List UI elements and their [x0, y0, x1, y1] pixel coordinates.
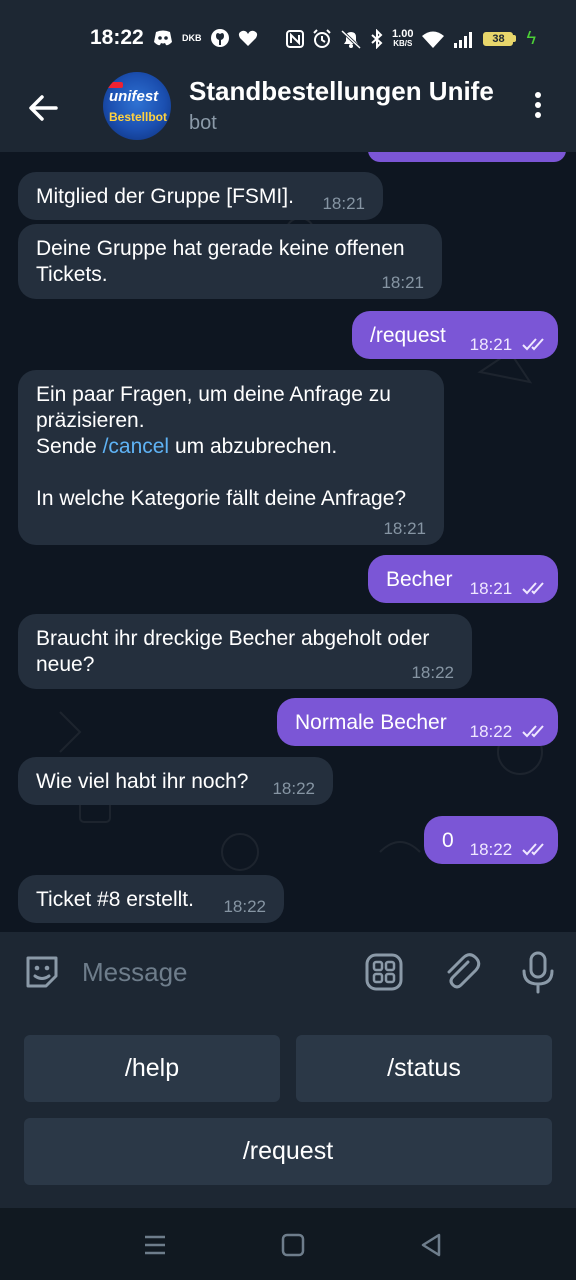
status-bar: 18:22 DKB 1.00 KB/S 38 ϟ [0, 0, 576, 70]
message-line: In welche Kategorie fällt deine Anfrage? [36, 487, 407, 510]
message-time: 18:21 [383, 519, 426, 538]
message-out[interactable]: Normale Becher 18:22 [277, 698, 558, 746]
message-text: Ein paar Fragen, um deine Anfrage zu prä… [36, 382, 426, 512]
message-in[interactable]: Wie viel habt ihr noch? 18:22 [18, 757, 333, 805]
github-icon [210, 29, 229, 47]
message-text: Becher [386, 568, 453, 591]
read-checkmarks-icon [522, 338, 544, 351]
message-fragment: um abzubrechen. [169, 435, 338, 458]
wifi-icon [422, 31, 445, 48]
composer-bar [0, 932, 576, 1010]
message-time: 18:21 [381, 273, 424, 292]
message-in[interactable]: Ein paar Fragen, um deine Anfrage zu prä… [18, 370, 444, 545]
battery-level: 38 [492, 32, 505, 45]
message-out[interactable]: 0 18:22 [424, 816, 558, 864]
dkb-icon: DKB [182, 32, 202, 43]
message-time: 18:22 [223, 897, 266, 916]
message-line: Ein paar Fragen, um deine Anfrage zu [36, 383, 391, 406]
message-time: 18:21 [322, 194, 365, 213]
status-command-button[interactable]: /status [296, 1035, 552, 1102]
message-line: Sende /cancel um abzubrechen. [36, 434, 426, 460]
chat-subtitle: bot [189, 112, 217, 134]
message-out[interactable]: /request 18:21 [352, 311, 558, 359]
network-speed-unit: KB/S [393, 38, 413, 48]
message-time: 18:22 [411, 663, 454, 682]
previous-message-tail [368, 152, 566, 162]
message-time: 18:22 [469, 722, 513, 741]
microphone-icon[interactable] [518, 950, 558, 994]
message-text: Ticket #8 erstellt. [36, 888, 194, 911]
message-text: Deine Gruppe hat gerade keine offenen Ti… [36, 237, 411, 286]
read-checkmarks-icon [522, 843, 544, 856]
message-time: 18:22 [272, 779, 315, 798]
chat-header: unifest Bestellbot Standbestellungen Uni… [0, 70, 576, 152]
message-text: /request [370, 324, 446, 347]
battery-icon: 38 [483, 31, 514, 46]
message-text: Wie viel habt ihr noch? [36, 770, 249, 793]
message-text: Normale Becher [295, 711, 447, 734]
message-text: 0 [442, 829, 454, 852]
avatar-label-top: unifest [109, 88, 159, 105]
signal-icon [454, 31, 473, 48]
network-speed-value: 1.00 [392, 27, 414, 40]
message-time: 18:21 [469, 335, 513, 354]
avatar-label-bottom: Bestellbot [109, 110, 168, 124]
message-text: Braucht ihr dreckige Becher abgeholt ode… [36, 627, 436, 676]
charging-icon: ϟ [526, 28, 536, 48]
message-input[interactable] [80, 950, 354, 994]
recent-apps-icon[interactable] [142, 1232, 168, 1258]
system-navigation-bar [0, 1208, 576, 1280]
status-time: 18:22 [90, 26, 144, 49]
message-fragment: Sende [36, 435, 103, 458]
message-list[interactable]: Mitglied der Gruppe [FSMI]. 18:21 Deine … [0, 152, 576, 932]
telegram-chat-screen: 18:22 DKB 1.00 KB/S 38 ϟ unifest Bestell… [0, 0, 576, 1280]
alarm-icon [313, 28, 331, 48]
system-icons: 1.00 KB/S 38 ϟ [286, 28, 536, 49]
back-nav-icon[interactable] [418, 1232, 444, 1258]
message-in[interactable]: Ticket #8 erstellt. 18:22 [18, 875, 284, 923]
read-checkmarks-icon [522, 582, 544, 595]
message-line: präzisieren. [36, 409, 145, 432]
read-checkmarks-icon [522, 725, 544, 738]
back-arrow-icon[interactable] [26, 90, 62, 126]
heart-icon [238, 30, 257, 46]
home-icon[interactable] [280, 1232, 306, 1258]
more-options-icon[interactable] [528, 92, 548, 122]
mute-icon [341, 29, 362, 49]
bot-avatar[interactable]: unifest Bestellbot [103, 72, 171, 140]
message-in[interactable]: Deine Gruppe hat gerade keine offenen Ti… [18, 224, 442, 299]
nfc-icon [286, 29, 305, 48]
message-in[interactable]: Braucht ihr dreckige Becher abgeholt ode… [18, 614, 472, 689]
bluetooth-icon [371, 28, 383, 49]
bot-keyboard-icon[interactable] [364, 952, 404, 992]
chat-title[interactable]: Standbestellungen Unife [189, 76, 501, 107]
cancel-command-link[interactable]: /cancel [103, 435, 170, 458]
notification-icons: DKB [152, 28, 258, 48]
sticker-emoji-icon[interactable] [22, 952, 62, 992]
attach-paperclip-icon[interactable] [440, 950, 482, 992]
message-in[interactable]: Mitglied der Gruppe [FSMI]. 18:21 [18, 172, 383, 220]
bot-reply-keyboard: /help /status /request [0, 1010, 576, 1208]
message-text: Mitglied der Gruppe [FSMI]. [36, 185, 294, 208]
message-time: 18:22 [469, 840, 513, 859]
help-command-button[interactable]: /help [24, 1035, 280, 1102]
message-out[interactable]: Becher 18:21 [368, 555, 558, 603]
request-command-button[interactable]: /request [24, 1118, 552, 1185]
network-speed-icon: 1.00 KB/S [392, 27, 414, 48]
message-time: 18:21 [469, 579, 513, 598]
discord-icon [154, 30, 172, 46]
